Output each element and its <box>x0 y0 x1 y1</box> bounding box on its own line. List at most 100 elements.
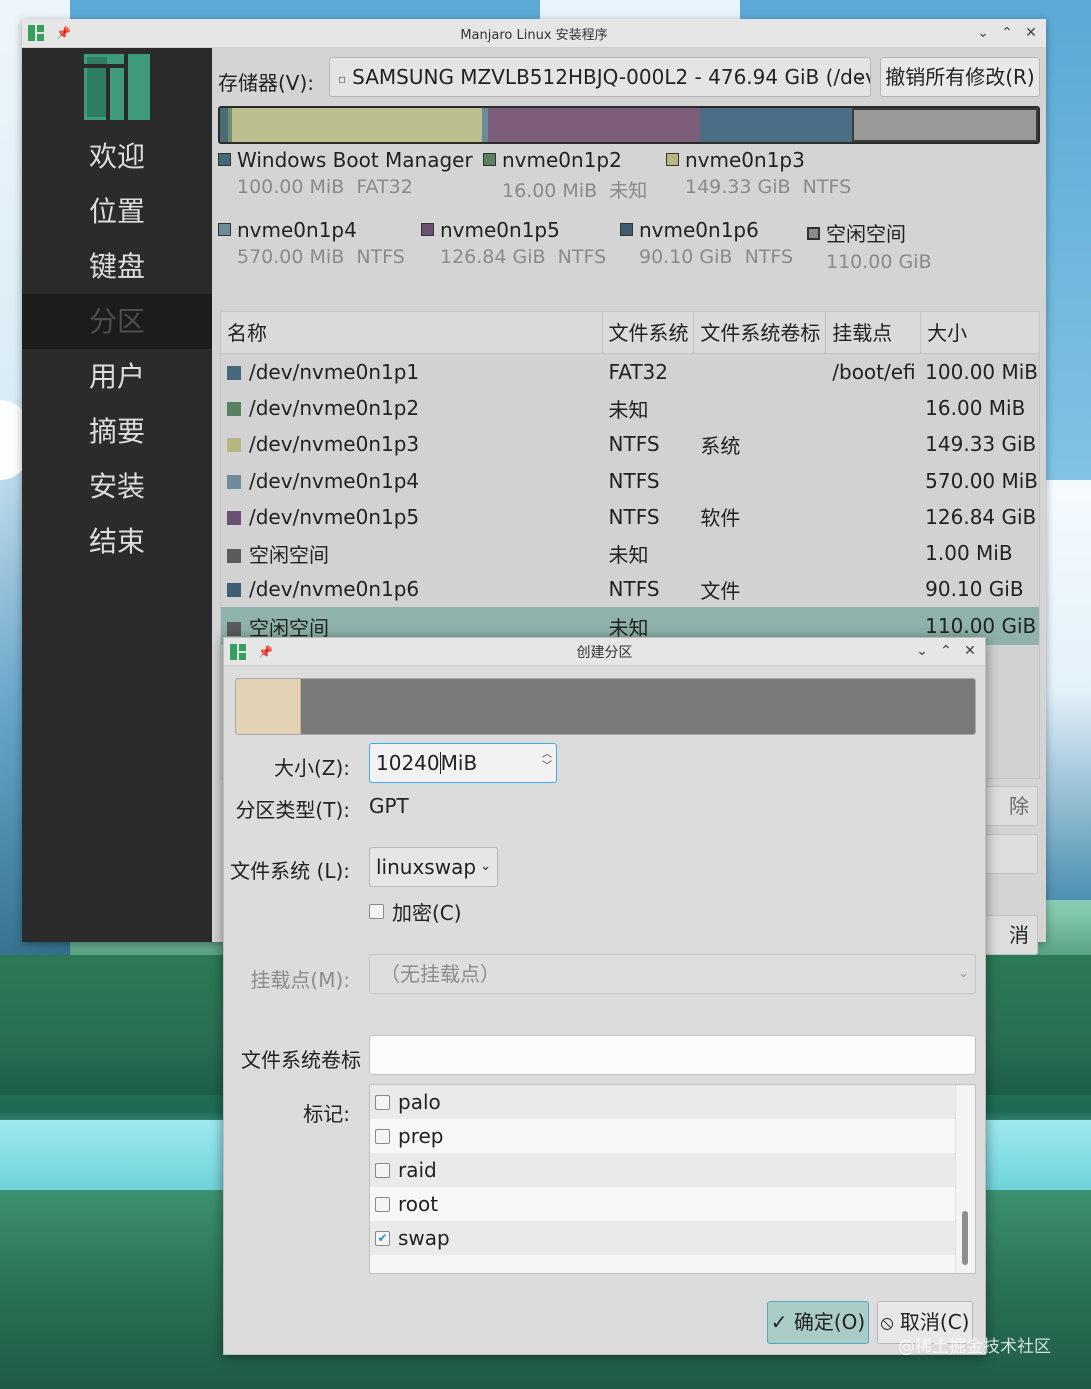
table-row[interactable]: 空闲空间 未知 1.00 MiB <box>221 535 1039 571</box>
flag-label: prep <box>398 1124 444 1148</box>
fs-label-input[interactable] <box>369 1035 976 1075</box>
list-item[interactable]: ✔ swap <box>370 1221 975 1255</box>
cell-filesystem: NTFS <box>608 504 660 529</box>
legend-name: nvme0n1p3 <box>685 148 805 172</box>
flag-checkbox-checked[interactable]: ✔ <box>375 1230 390 1246</box>
cell-name: 空闲空间 <box>249 542 329 567</box>
sidebar-item-welcome[interactable]: 欢迎 <box>22 129 212 184</box>
list-item[interactable]: prep <box>370 1119 975 1153</box>
column-header-mountpoint[interactable]: 挂载点 <box>826 312 922 353</box>
column-header-name[interactable]: 名称 <box>221 312 603 353</box>
scrollbar-thumb[interactable] <box>962 1211 968 1265</box>
column-header-fs-label[interactable]: 文件系统卷标 <box>694 312 827 353</box>
sidebar-item-users[interactable]: 用户 <box>22 349 212 404</box>
cancel-button-label: 取消(C) <box>899 1310 970 1334</box>
cell-filesystem: NTFS <box>608 432 660 457</box>
table-row[interactable]: /dev/nvme0n1p1 FAT32 /boot/efi 100.00 Mi… <box>221 354 1039 390</box>
cancel-icon: ⦸ <box>880 1310 900 1334</box>
sidebar-item-install[interactable]: 安装 <box>22 459 212 514</box>
partbar-segment-p6[interactable] <box>700 108 852 142</box>
encrypt-label: 加密(C) <box>392 901 462 925</box>
sidebar-item-keyboard[interactable]: 键盘 <box>22 239 212 294</box>
table-row[interactable]: /dev/nvme0n1p4 NTFS 570.00 MiB <box>221 463 1039 499</box>
cell-size: 16.00 MiB <box>925 396 1026 421</box>
table-row[interactable]: /dev/nvme0n1p6 NTFS 文件 90.10 GiB <box>221 571 1039 607</box>
installer-titlebar[interactable]: 📌 Manjaro Linux 安装程序 ⌄ ⌃ ✕ <box>22 19 1046 48</box>
maximize-icon[interactable]: ⌃ <box>998 23 1016 43</box>
legend-size: 149.33 GiB <box>685 176 791 198</box>
legend-item: nvme0n1p2 16.00 MiB 未知 <box>483 148 647 203</box>
close-icon[interactable]: ✕ <box>961 641 979 661</box>
chevron-down-icon: ⌄ <box>958 966 969 981</box>
partbar-segment-free[interactable] <box>852 108 1038 142</box>
flag-label: root <box>398 1192 439 1216</box>
flag-checkbox[interactable] <box>375 1162 390 1178</box>
legend-swatch <box>483 153 496 166</box>
list-item[interactable]: root <box>370 1187 975 1221</box>
partition-color-swatch <box>227 510 241 525</box>
column-header-size[interactable]: 大小 <box>921 312 1039 353</box>
dialog-titlebar[interactable]: 📌 创建分区 ⌄ ⌃ ✕ <box>224 638 985 666</box>
table-header: 名称 文件系统 文件系统卷标 挂载点 大小 <box>221 312 1039 354</box>
list-item[interactable]: palo <box>370 1085 975 1119</box>
flag-label: swap <box>398 1226 450 1250</box>
legend-fs: NTFS <box>356 246 405 268</box>
legend-name: nvme0n1p6 <box>639 218 759 242</box>
spin-arrows-icon[interactable]: ︿ ﹀ <box>542 749 552 773</box>
sidebar-item-partitions[interactable]: 分区 <box>22 294 212 349</box>
cancel-button-background[interactable]: 消(C) <box>982 915 1038 955</box>
list-item[interactable]: raid <box>370 1153 975 1187</box>
cell-mountpoint: /boot/efi <box>832 360 916 385</box>
legend-size: 110.00 GiB <box>826 251 932 273</box>
background-button[interactable] <box>982 834 1038 874</box>
new-partition-preview-bar[interactable] <box>235 678 976 735</box>
sidebar-item-summary[interactable]: 摘要 <box>22 404 212 459</box>
delete-button[interactable]: 除(D) <box>982 786 1038 826</box>
flag-checkbox[interactable] <box>375 1128 390 1144</box>
sidebar: 欢迎 位置 键盘 分区 用户 摘要 安装 结束 <box>22 48 212 942</box>
partbar-segment-p1[interactable] <box>220 108 228 142</box>
filesystem-select[interactable]: linuxswap ⌄ <box>369 847 498 887</box>
size-spinbox[interactable]: 10240MiB ︿ ﹀ <box>369 743 557 783</box>
minimize-icon[interactable]: ⌄ <box>974 23 992 43</box>
legend-item: nvme0n1p5 126.84 GiB NTFS <box>421 218 606 268</box>
storage-device-select[interactable]: ▫ SAMSUNG MZVLB512HBJQ-000L2 - 476.94 GiB… <box>329 57 871 97</box>
revert-all-button[interactable]: 撤销所有修改(R) <box>880 57 1040 97</box>
table-row[interactable]: /dev/nvme0n1p3 NTFS 系统 149.33 GiB <box>221 426 1039 462</box>
sidebar-item-finish[interactable]: 结束 <box>22 514 212 569</box>
cell-filesystem: NTFS <box>608 577 660 602</box>
partition-type-label: 分区类型(T): <box>235 798 350 822</box>
flag-checkbox[interactable] <box>375 1196 390 1212</box>
partition-color-swatch <box>227 621 241 636</box>
disk-icon: ▫ <box>338 71 347 86</box>
legend-name: 空闲空间 <box>826 222 906 246</box>
column-header-filesystem[interactable]: 文件系统 <box>603 312 695 353</box>
flag-label: raid <box>398 1158 437 1182</box>
flag-checkbox[interactable] <box>375 1094 390 1110</box>
encrypt-checkbox[interactable] <box>369 904 384 919</box>
mountpoint-select[interactable]: （无挂载点） ⌄ <box>369 954 976 994</box>
partbar-segment-p3[interactable] <box>232 108 482 142</box>
cell-filesystem: 未知 <box>608 397 649 422</box>
partbar-segment-p5[interactable] <box>488 108 700 142</box>
size-value: 10240 <box>376 751 440 775</box>
partition-color-swatch <box>227 366 241 381</box>
table-row[interactable]: /dev/nvme0n1p2 未知 16.00 MiB <box>221 390 1039 426</box>
storage-label: 存储器(V): <box>218 71 315 95</box>
minimize-icon[interactable]: ⌄ <box>913 641 931 661</box>
partition-type-value: GPT <box>369 794 409 818</box>
ok-button[interactable]: ✓ 确定(O) <box>767 1301 869 1344</box>
encrypt-checkbox-row[interactable]: 加密(C) <box>369 897 462 926</box>
legend-swatch <box>620 223 633 236</box>
sidebar-item-location[interactable]: 位置 <box>22 184 212 239</box>
close-icon[interactable]: ✕ <box>1022 23 1040 43</box>
create-partition-dialog: 📌 创建分区 ⌄ ⌃ ✕ 大小(Z): 10240MiB ︿ ﹀ 分区类型(T):… <box>223 637 986 1355</box>
table-row[interactable]: /dev/nvme0n1p5 NTFS 软件 126.84 GiB <box>221 499 1039 535</box>
pin-icon[interactable]: 📌 <box>258 645 273 659</box>
filesystem-value: linuxswap <box>376 855 477 879</box>
cell-filesystem: FAT32 <box>608 360 668 385</box>
flags-list[interactable]: palo prep raid root ✔ swap <box>369 1084 976 1274</box>
pin-icon[interactable]: 📌 <box>56 26 71 40</box>
maximize-icon[interactable]: ⌃ <box>937 641 955 661</box>
scrollbar[interactable] <box>955 1085 975 1273</box>
